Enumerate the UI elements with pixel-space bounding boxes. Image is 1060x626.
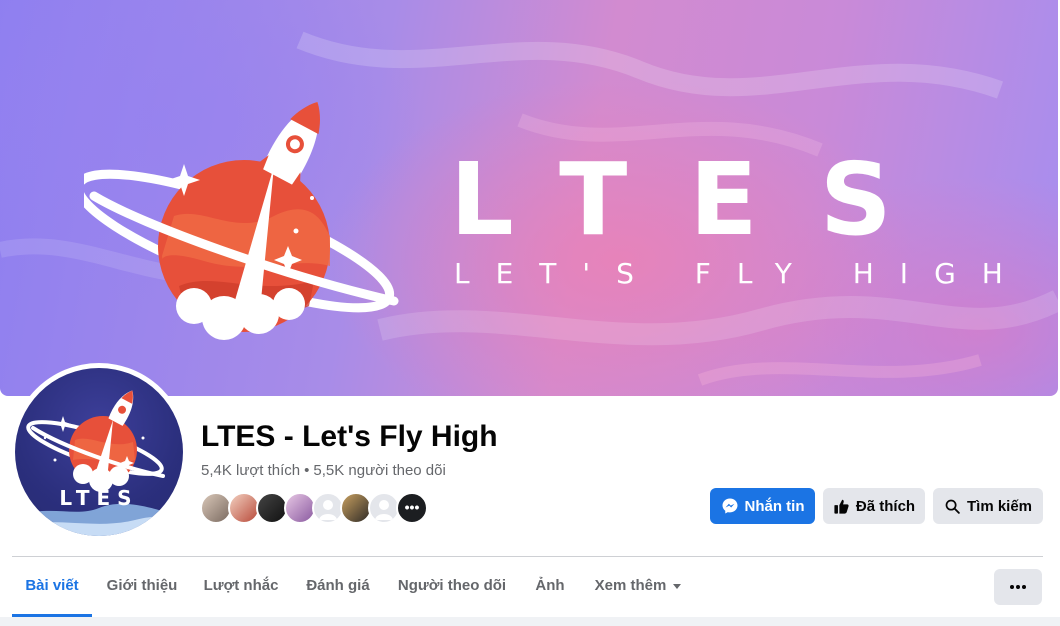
page-tabs: Bài viết Giới thiệu Lượt nhắc Đánh giá N…	[12, 557, 1043, 617]
search-button[interactable]: Tìm kiếm	[933, 488, 1043, 524]
liked-button-label: Đã thích	[855, 497, 916, 515]
search-icon	[945, 499, 960, 514]
likes-count[interactable]: 5,4K lượt thích	[201, 462, 300, 479]
tab-followers-label: Người theo dõi	[397, 577, 507, 594]
avatar[interactable]: LTES	[15, 368, 183, 536]
tab-about-label: Giới thiệu	[106, 577, 178, 594]
cover-headline: LTES	[450, 141, 954, 258]
rocket-planet-logo	[84, 101, 399, 340]
tab-see-more-label: Xem thêm	[594, 577, 667, 594]
page-title: LTES - Let's Fly High	[201, 420, 498, 453]
tab-posts-label: Bài viết	[25, 577, 79, 594]
tab-mentions-label: Lượt nhắc	[203, 577, 279, 594]
stats-separator: •	[304, 462, 310, 479]
thumbs-up-icon	[834, 499, 849, 514]
friends-more-button[interactable]: •••	[396, 492, 428, 524]
tab-see-more[interactable]: Xem thêm	[586, 557, 690, 617]
cover-slogan: LET'S FLY HIGH	[454, 257, 1029, 290]
tab-photos-label: Ảnh	[535, 577, 565, 594]
ellipsis-icon	[1010, 585, 1026, 589]
caret-down-icon	[673, 583, 682, 589]
page-options-button[interactable]	[994, 569, 1042, 605]
facebook-page-header: LTES LET'S FLY HIGH LTES LTES - Let's Fl…	[0, 0, 1060, 626]
avatar-logo	[15, 390, 183, 536]
liked-button[interactable]: Đã thích	[823, 488, 925, 524]
tab-reviews-label: Đánh giá	[306, 577, 370, 594]
search-button-label: Tìm kiếm	[966, 497, 1033, 515]
tab-about[interactable]: Giới thiệu	[96, 557, 188, 617]
cover-photo[interactable]: LTES LET'S FLY HIGH	[0, 0, 1058, 396]
message-button-label: Nhắn tin	[744, 497, 805, 515]
tab-photos[interactable]: Ảnh	[526, 557, 574, 617]
followers-count[interactable]: 5,5K người theo dõi	[313, 462, 445, 479]
avatar-text: LTES	[59, 486, 139, 510]
page-stats: 5,4K lượt thích • 5,5K người theo dõi	[201, 462, 446, 480]
messenger-icon	[722, 498, 737, 514]
message-button[interactable]: Nhắn tin	[710, 488, 815, 524]
tab-followers[interactable]: Người theo dõi	[390, 557, 514, 617]
tab-mentions[interactable]: Lượt nhắc	[196, 557, 286, 617]
tab-posts[interactable]: Bài viết	[12, 557, 92, 617]
feed-background	[0, 617, 1060, 626]
friends-who-like: •••	[200, 492, 440, 524]
tab-reviews[interactable]: Đánh giá	[296, 557, 380, 617]
